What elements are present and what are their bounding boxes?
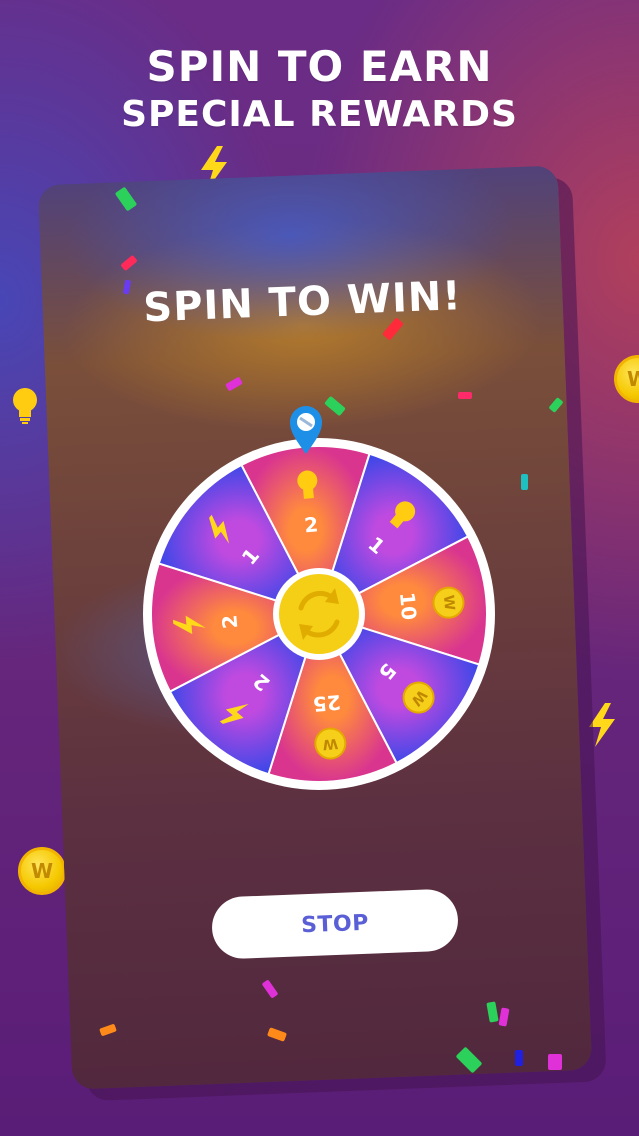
wheel-segment-value: 10 — [395, 591, 421, 621]
card-title: SPIN TO WIN! — [142, 273, 463, 332]
svg-text:W: W — [322, 735, 339, 752]
svg-text:W: W — [440, 594, 457, 611]
headline: SPIN TO EARN SPECIAL REWARDS — [0, 42, 639, 138]
headline-line-1: SPIN TO EARN — [146, 42, 493, 91]
confetti — [515, 1050, 523, 1066]
confetti — [458, 392, 472, 399]
headline-line-2: SPECIAL REWARDS — [121, 94, 518, 135]
wheel-segment-value: 2 — [217, 614, 242, 630]
prize-wheel[interactable]: 2 1 10 W 5 W 25 W 2 2 1 — [141, 436, 497, 792]
lightbulb-icon — [13, 388, 37, 424]
confetti — [548, 1054, 562, 1070]
wheel-pointer-icon — [290, 406, 322, 454]
confetti — [521, 474, 528, 490]
stop-button[interactable]: STOP — [210, 888, 460, 960]
coin-icon: W — [18, 847, 66, 895]
lightning-icon — [589, 703, 615, 747]
coin-icon: W — [614, 355, 639, 403]
wheel-segment-value: 25 — [312, 690, 342, 716]
wheel-segment-value: 2 — [303, 512, 319, 537]
